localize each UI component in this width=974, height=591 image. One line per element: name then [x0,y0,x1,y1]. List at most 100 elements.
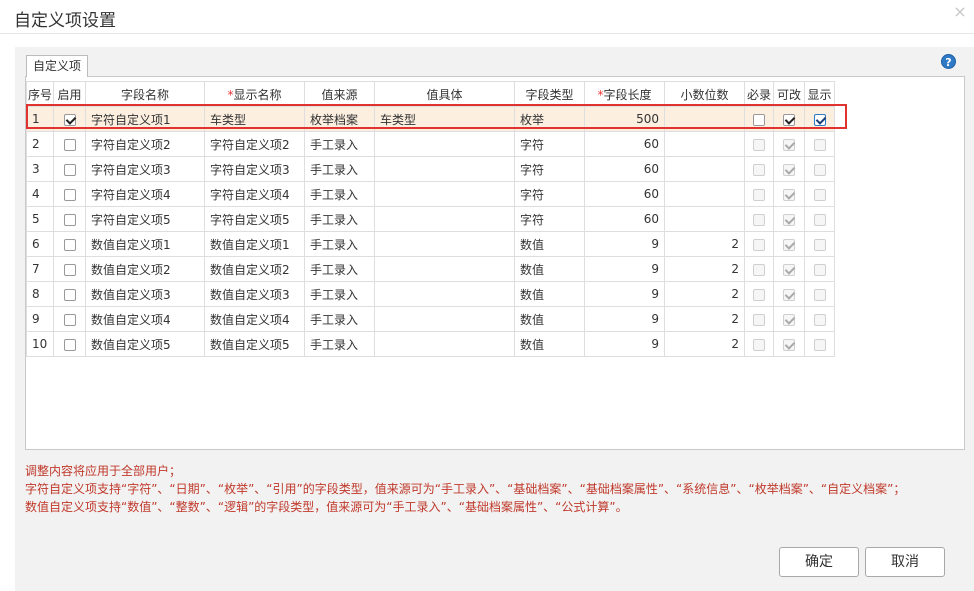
table-row[interactable]: 3 字符自定义项3 字符自定义项3 手工录入 字符 60 [26,156,835,182]
value-detail-cell[interactable] [374,256,515,282]
row-seq[interactable]: 3 [26,156,54,182]
help-icon[interactable]: ? [941,54,956,69]
enabled-checkbox[interactable] [63,213,76,226]
row-seq[interactable]: 6 [26,231,54,257]
field-length-cell[interactable]: 60 [584,131,665,157]
field-length-cell[interactable]: 9 [584,306,665,332]
column-header[interactable]: 字段名称 [85,81,205,107]
field-length-cell[interactable]: 9 [584,256,665,282]
value-source-cell[interactable]: 手工录入 [304,206,375,232]
decimals-cell[interactable] [664,106,745,132]
decimals-cell[interactable] [664,206,745,232]
enabled-checkbox[interactable] [63,263,76,276]
row-seq[interactable]: 9 [26,306,54,332]
field-length-cell[interactable]: 60 [584,181,665,207]
enabled-checkbox[interactable] [63,163,76,176]
value-detail-cell[interactable] [374,181,515,207]
value-source-cell[interactable]: 手工录入 [304,256,375,282]
close-icon[interactable]: × [952,4,968,20]
field-length-cell[interactable]: 60 [584,156,665,182]
value-source-cell[interactable]: 手工录入 [304,156,375,182]
table-row[interactable]: 2 字符自定义项2 字符自定义项2 手工录入 字符 60 [26,131,835,157]
column-header[interactable]: 必录 [744,81,774,107]
table-row[interactable]: 4 字符自定义项4 字符自定义项4 手工录入 字符 60 [26,181,835,207]
field-type-cell[interactable]: 数值 [514,331,585,357]
field-type-cell[interactable]: 数值 [514,256,585,282]
display-name-cell[interactable]: 字符自定义项4 [204,181,305,207]
field-type-cell[interactable]: 字符 [514,206,585,232]
table-row[interactable]: 8 数值自定义项3 数值自定义项3 手工录入 数值 9 2 [26,281,835,307]
enabled-checkbox[interactable] [63,238,76,251]
column-header[interactable]: 小数位数 [664,81,745,107]
row-seq[interactable]: 5 [26,206,54,232]
field-name-cell[interactable]: 数值自定义项1 [85,231,205,257]
decimals-cell[interactable] [664,131,745,157]
row-seq[interactable]: 4 [26,181,54,207]
value-detail-cell[interactable]: 车类型 [374,106,515,132]
field-name-cell[interactable]: 字符自定义项5 [85,206,205,232]
display-name-cell[interactable]: 数值自定义项5 [204,331,305,357]
column-header[interactable]: 启用 [53,81,86,107]
decimals-cell[interactable] [664,181,745,207]
field-name-cell[interactable]: 字符自定义项4 [85,181,205,207]
field-name-cell[interactable]: 数值自定义项2 [85,256,205,282]
display-name-cell[interactable]: 数值自定义项1 [204,231,305,257]
field-name-cell[interactable]: 数值自定义项4 [85,306,205,332]
display-name-cell[interactable]: 字符自定义项3 [204,156,305,182]
value-detail-cell[interactable] [374,231,515,257]
column-header[interactable]: *字段长度 [584,81,665,107]
column-header[interactable]: 值来源 [304,81,375,107]
row-seq[interactable]: 1 [26,106,54,132]
value-source-cell[interactable]: 手工录入 [304,281,375,307]
field-type-cell[interactable]: 数值 [514,306,585,332]
decimals-cell[interactable]: 2 [664,331,745,357]
enabled-checkbox[interactable] [63,313,76,326]
value-source-cell[interactable]: 手工录入 [304,306,375,332]
ok-button[interactable]: 确定 [779,547,859,577]
table-row[interactable]: 6 数值自定义项1 数值自定义项1 手工录入 数值 9 2 [26,231,835,257]
field-type-cell[interactable]: 字符 [514,131,585,157]
field-length-cell[interactable]: 60 [584,206,665,232]
value-source-cell[interactable]: 手工录入 [304,331,375,357]
field-name-cell[interactable]: 字符自定义项2 [85,131,205,157]
row-seq[interactable]: 2 [26,131,54,157]
visible-checkbox[interactable] [813,113,826,126]
cancel-button[interactable]: 取消 [865,547,945,577]
table-row[interactable]: 5 字符自定义项5 字符自定义项5 手工录入 字符 60 [26,206,835,232]
field-type-cell[interactable]: 字符 [514,181,585,207]
display-name-cell[interactable]: 字符自定义项5 [204,206,305,232]
enabled-checkbox[interactable] [63,288,76,301]
field-type-cell[interactable]: 枚举 [514,106,585,132]
table-row[interactable]: 7 数值自定义项2 数值自定义项2 手工录入 数值 9 2 [26,256,835,282]
field-length-cell[interactable]: 9 [584,281,665,307]
row-seq[interactable]: 7 [26,256,54,282]
value-source-cell[interactable]: 手工录入 [304,181,375,207]
column-header[interactable]: 字段类型 [514,81,585,107]
field-name-cell[interactable]: 数值自定义项5 [85,331,205,357]
enabled-checkbox[interactable] [63,188,76,201]
field-length-cell[interactable]: 500 [584,106,665,132]
enabled-checkbox[interactable] [63,338,76,351]
value-detail-cell[interactable] [374,206,515,232]
field-type-cell[interactable]: 字符 [514,156,585,182]
decimals-cell[interactable]: 2 [664,231,745,257]
display-name-cell[interactable]: 数值自定义项2 [204,256,305,282]
row-seq[interactable]: 8 [26,281,54,307]
required-checkbox[interactable] [753,113,765,126]
value-source-cell[interactable]: 枚举档案 [304,106,375,132]
field-type-cell[interactable]: 数值 [514,231,585,257]
enabled-checkbox[interactable] [63,138,76,151]
editable-checkbox[interactable] [783,113,795,126]
field-name-cell[interactable]: 数值自定义项3 [85,281,205,307]
field-length-cell[interactable]: 9 [584,331,665,357]
value-detail-cell[interactable] [374,131,515,157]
table-row[interactable]: 1 字符自定义项1 车类型 枚举档案 车类型 枚举 500 [26,106,835,132]
field-name-cell[interactable]: 字符自定义项1 [85,106,205,132]
display-name-cell[interactable]: 数值自定义项3 [204,281,305,307]
column-header[interactable]: 显示 [804,81,835,107]
value-detail-cell[interactable] [374,156,515,182]
field-type-cell[interactable]: 数值 [514,281,585,307]
display-name-cell[interactable]: 字符自定义项2 [204,131,305,157]
field-name-cell[interactable]: 字符自定义项3 [85,156,205,182]
enabled-checkbox[interactable] [63,113,76,126]
